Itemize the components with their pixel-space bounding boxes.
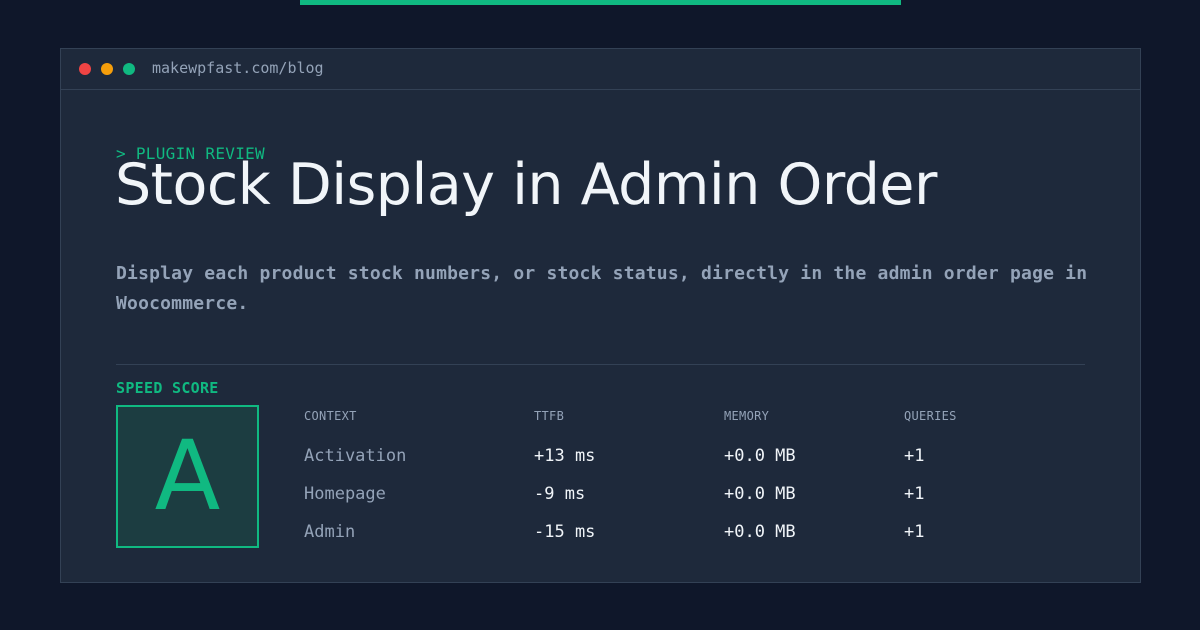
maximize-dot-icon[interactable] bbox=[123, 63, 135, 75]
table-cell-ttfb: -9 ms bbox=[534, 484, 586, 504]
top-accent-bar bbox=[300, 0, 901, 5]
table-cell-ttfb: +13 ms bbox=[534, 446, 596, 466]
speed-grade: A bbox=[154, 420, 221, 532]
table-cell-ttfb: -15 ms bbox=[534, 522, 596, 542]
speed-score-label: SPEED SCORE bbox=[116, 379, 219, 397]
table-cell-queries: +1 bbox=[904, 522, 925, 542]
table-cell-memory: +0.0 MB bbox=[724, 522, 796, 542]
table-cell-memory: +0.0 MB bbox=[724, 446, 796, 466]
table-cell-memory: +0.0 MB bbox=[724, 484, 796, 504]
browser-window: makewpfast.com/blog > PLUGIN REVIEW Stoc… bbox=[60, 48, 1141, 583]
window-url: makewpfast.com/blog bbox=[152, 59, 324, 77]
minimize-dot-icon[interactable] bbox=[101, 63, 113, 75]
table-header-context: CONTEXT bbox=[304, 409, 357, 423]
window-titlebar: makewpfast.com/blog bbox=[61, 49, 1140, 90]
speed-grade-box: A bbox=[116, 405, 259, 548]
article-title: Stock Display in Admin Order bbox=[115, 152, 937, 218]
table-cell-queries: +1 bbox=[904, 446, 925, 466]
table-cell-context: Homepage bbox=[304, 484, 386, 504]
table-header-ttfb: TTFB bbox=[534, 409, 565, 423]
table-cell-context: Activation bbox=[304, 446, 407, 466]
table-cell-context: Admin bbox=[304, 522, 356, 542]
table-header-queries: QUERIES bbox=[904, 409, 957, 423]
article-description: Display each product stock numbers, or s… bbox=[116, 263, 1088, 314]
section-divider bbox=[116, 364, 1085, 365]
close-dot-icon[interactable] bbox=[79, 63, 91, 75]
table-header-memory: MEMORY bbox=[724, 409, 770, 423]
table-cell-queries: +1 bbox=[904, 484, 925, 504]
